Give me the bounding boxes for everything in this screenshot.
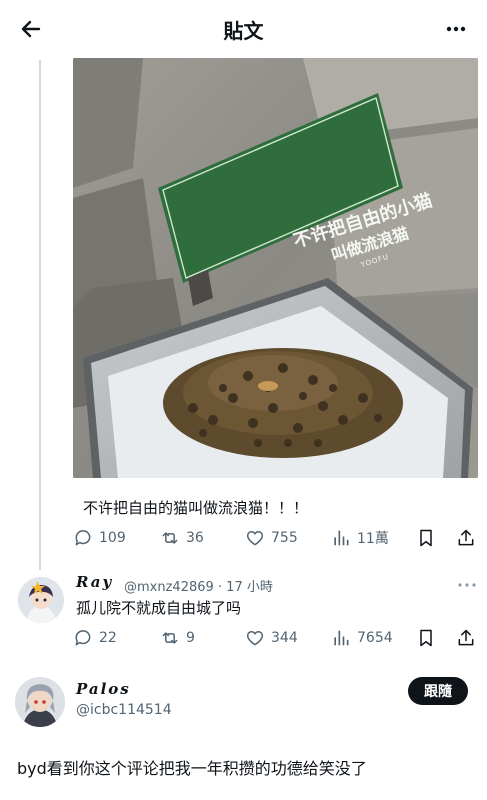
views-count: 7654 xyxy=(357,630,393,646)
heart-icon xyxy=(245,528,265,548)
more-options-button[interactable] xyxy=(439,14,473,48)
more-horizontal-icon xyxy=(444,17,468,45)
post-action-bar: 109 36 755 11萬 xyxy=(73,526,478,550)
reply-icon xyxy=(73,628,93,648)
like-button[interactable]: 755 xyxy=(245,526,298,550)
author-name[interactable]: Palos xyxy=(76,680,131,698)
avatar-image xyxy=(18,577,64,623)
reply-author-handle: @mxnz42869 · 17 小時 xyxy=(124,580,273,595)
repost-icon xyxy=(160,528,180,548)
more-horizontal-icon xyxy=(457,574,477,593)
reply-button[interactable]: 109 xyxy=(73,526,126,550)
views-chart-icon xyxy=(331,628,351,648)
post-text: 不许把自由的猫叫做流浪猫！！！ xyxy=(83,499,309,517)
bookmark-icon xyxy=(416,628,436,648)
like-button[interactable]: 344 xyxy=(245,626,298,650)
share-button[interactable] xyxy=(456,626,476,650)
views-chart-icon xyxy=(331,528,351,548)
views-button[interactable]: 7654 xyxy=(331,626,393,650)
reply-author-name[interactable]: Ray xyxy=(76,573,113,591)
reply-count: 22 xyxy=(99,630,117,646)
thread-line xyxy=(39,60,41,570)
reply-text: 孤儿院不就成自由城了吗 xyxy=(76,599,242,617)
author-handle: @icbc114514 xyxy=(76,702,172,718)
avatar-image xyxy=(15,677,65,727)
bookmark-button[interactable] xyxy=(416,526,436,550)
bookmark-button[interactable] xyxy=(416,626,436,650)
avatar[interactable] xyxy=(15,677,65,727)
post-image[interactable]: 不许把自由的小猫 叫做流浪猫 YOOFU xyxy=(73,58,478,478)
repost-button[interactable]: 36 xyxy=(160,526,204,550)
repost-count: 9 xyxy=(186,630,195,646)
reply-button[interactable]: 22 xyxy=(73,626,117,650)
share-icon xyxy=(456,528,476,548)
top-app-bar: 貼文 xyxy=(0,0,487,60)
repost-count: 36 xyxy=(186,530,204,546)
like-count: 344 xyxy=(271,630,298,646)
avatar[interactable] xyxy=(18,577,64,623)
reply-count: 109 xyxy=(99,530,126,546)
page-title: 貼文 xyxy=(223,19,264,43)
follow-button[interactable]: 跟隨 xyxy=(408,677,468,705)
reply-icon xyxy=(73,528,93,548)
reply-more-button[interactable] xyxy=(455,574,479,592)
views-button[interactable]: 11萬 xyxy=(331,526,389,550)
repost-icon xyxy=(160,628,180,648)
share-icon xyxy=(456,628,476,648)
views-count: 11萬 xyxy=(357,531,389,547)
repost-button[interactable]: 9 xyxy=(160,626,195,650)
heart-icon xyxy=(245,628,265,648)
bookmark-icon xyxy=(416,528,436,548)
share-button[interactable] xyxy=(456,526,476,550)
like-count: 755 xyxy=(271,530,298,546)
reply-action-bar: 22 9 344 7654 xyxy=(73,626,478,650)
reply-text: byd看到你这个评论把我一年积攒的功德给笑没了 xyxy=(17,759,367,778)
